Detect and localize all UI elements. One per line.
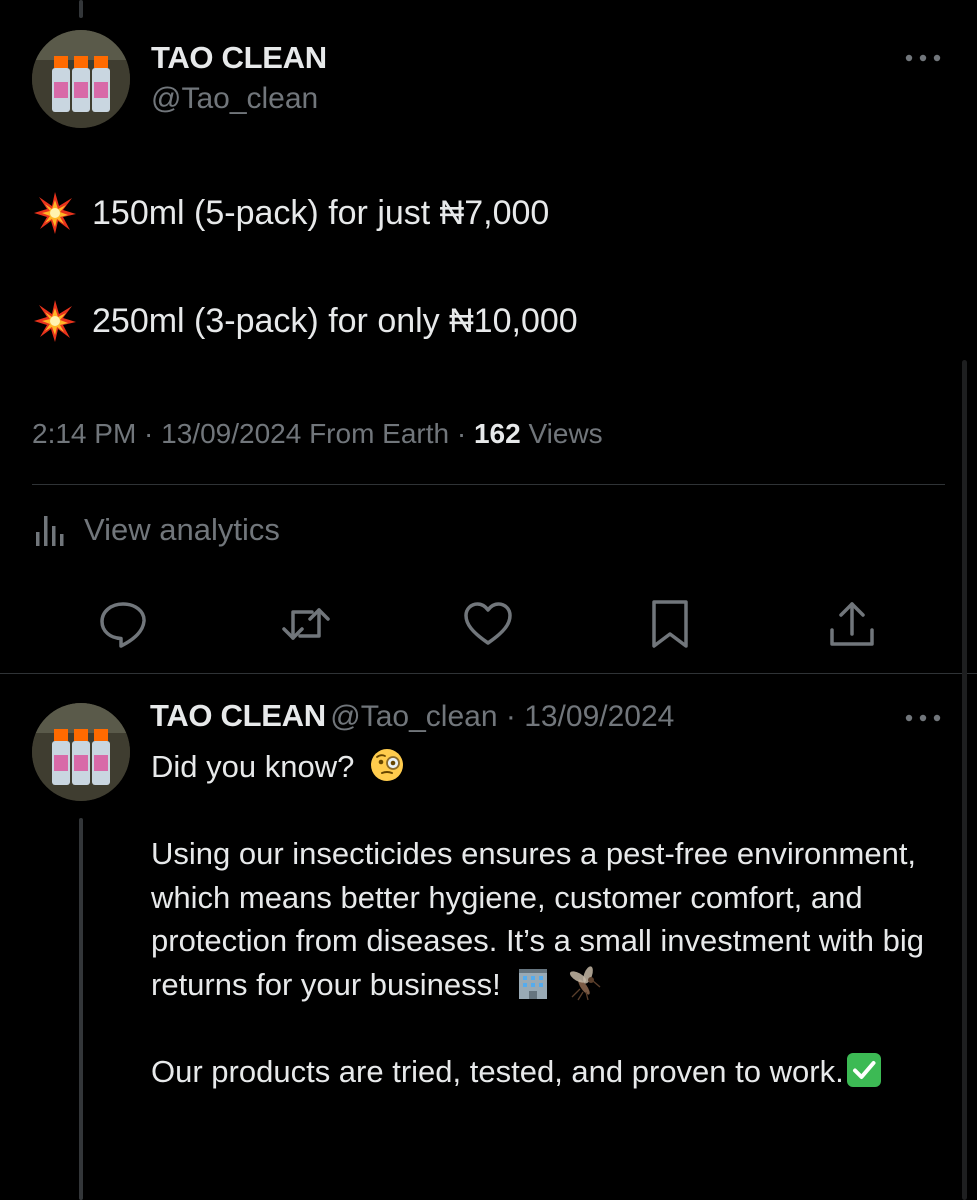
avatar-image [32, 30, 130, 128]
collision-emoji-icon [34, 300, 76, 342]
retweet-icon [282, 608, 330, 640]
tweet-timestamp[interactable]: 2:14 PM · 13/09/2024 From Earth · [32, 418, 474, 449]
reply-icon [100, 602, 146, 648]
face-with-monocle-emoji-icon [370, 749, 403, 781]
reply-header: TAO CLEAN @Tao_clean · 13/09/2024 [150, 698, 674, 734]
reply-date[interactable]: 13/09/2024 [524, 700, 674, 733]
view-analytics-link[interactable]: View analytics [34, 512, 280, 548]
reply-separator: · [497, 700, 525, 733]
reply-paragraph-2: Using our insecticides ensures a pest-fr… [151, 832, 941, 1006]
share-icon [830, 602, 874, 646]
divider-tweets [0, 673, 977, 674]
tweet-line-2: 250ml (3-pack) for only ₦10,000 [32, 298, 578, 344]
share-button[interactable] [826, 598, 878, 650]
views-label: Views [520, 418, 603, 449]
office-building-emoji-icon [519, 968, 548, 999]
reply-author-handle[interactable]: @Tao_clean [330, 700, 497, 733]
tweet-line-2-text: 250ml (3-pack) for only ₦10,000 [92, 301, 578, 340]
thread-line-top [79, 0, 83, 18]
reply-line-1-text: Did you know? [151, 749, 355, 784]
like-button[interactable] [462, 598, 514, 650]
reply-line-1: Did you know? [151, 745, 941, 789]
reply-more-options-icon[interactable] [903, 706, 943, 730]
author-name[interactable]: TAO CLEAN [151, 40, 327, 76]
reply-button[interactable] [97, 598, 149, 650]
scrollbar[interactable] [962, 360, 967, 1200]
tweet-meta: 2:14 PM · 13/09/2024 From Earth · 162 Vi… [32, 418, 603, 450]
avatar-image [32, 703, 130, 801]
like-icon [464, 602, 512, 645]
bookmark-icon [652, 600, 688, 648]
mosquito-emoji-icon [569, 965, 601, 1000]
thread-line-reply [79, 818, 83, 1200]
views-count: 162 [473, 418, 521, 449]
analytics-icon [36, 516, 64, 546]
collision-emoji-icon [34, 192, 76, 234]
reply-body: Did you know? Using our insecticides ens… [151, 745, 941, 1093]
check-mark-button-emoji-icon [846, 1052, 881, 1087]
retweet-button[interactable] [280, 598, 332, 650]
tweet-line-1: 150ml (5-pack) for just ₦7,000 [32, 190, 549, 236]
tweet-line-1-text: 150ml (5-pack) for just ₦7,000 [92, 193, 550, 232]
bookmark-button[interactable] [644, 598, 696, 650]
avatar[interactable] [32, 30, 130, 128]
reply-paragraph-3-text: Our products are tried, tested, and prov… [151, 1053, 844, 1089]
more-options-icon[interactable] [903, 46, 943, 70]
view-analytics-label: View analytics [84, 512, 280, 547]
author-handle[interactable]: @Tao_clean [151, 82, 318, 116]
divider-meta [32, 484, 945, 485]
reply-paragraph-3: Our products are tried, tested, and prov… [151, 1050, 941, 1094]
reply-author-name[interactable]: TAO CLEAN [150, 698, 326, 733]
reply-avatar[interactable] [32, 703, 130, 801]
